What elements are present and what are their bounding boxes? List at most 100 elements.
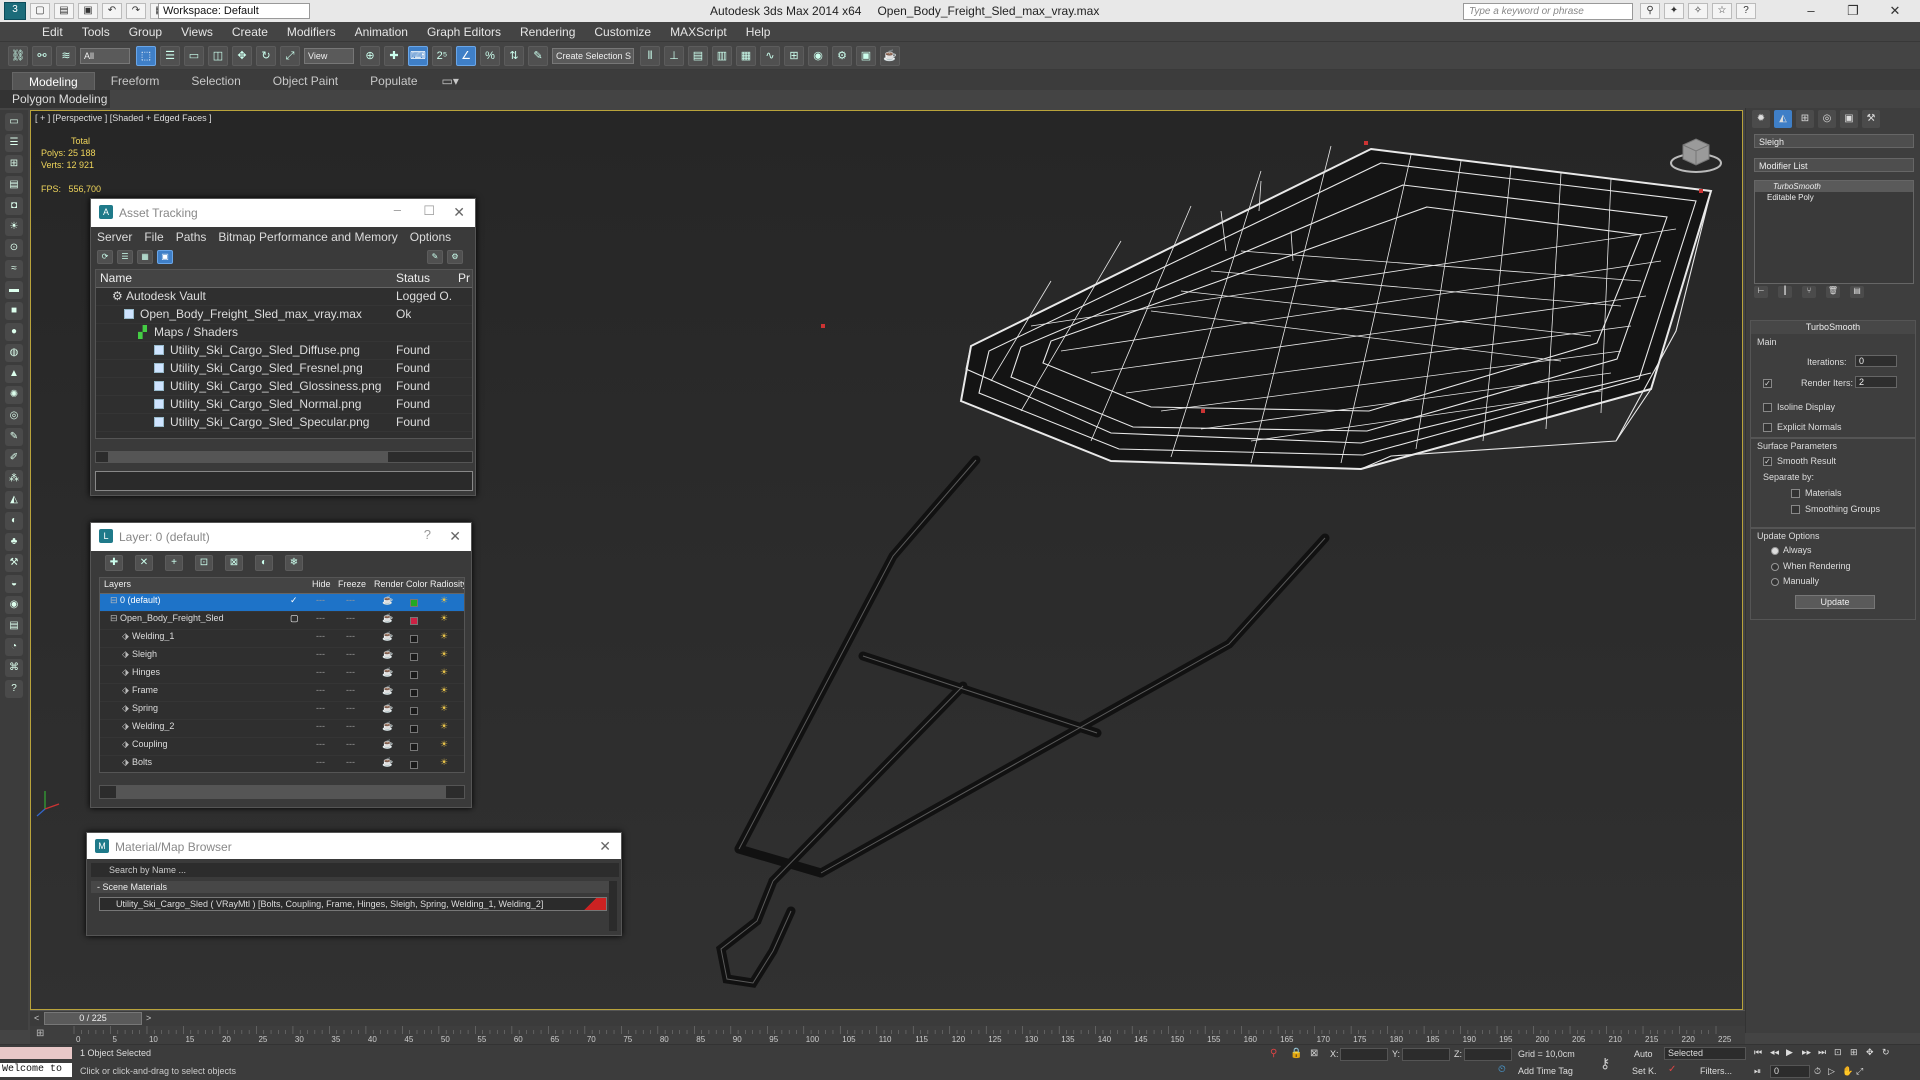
asset-menu-bitmap-performance[interactable]: Bitmap Performance and Memory [218, 230, 397, 244]
next-frame-icon[interactable]: > [146, 1013, 154, 1023]
layer-row[interactable]: ⬗ Coupling --- --- ☕ ☀ [100, 738, 464, 756]
grid-view-icon[interactable]: ▣ [157, 250, 173, 264]
modify-tab-icon[interactable]: ◭ [1774, 110, 1792, 128]
hammer-icon[interactable]: ⚒ [5, 554, 23, 572]
freeze-toggle-icon[interactable]: --- [346, 649, 355, 659]
render-teapot-icon[interactable]: ☕ [382, 649, 393, 660]
isoline-display-checkbox[interactable] [1763, 403, 1772, 412]
hide-toggle-icon[interactable]: --- [316, 667, 325, 677]
stack-turbosmooth[interactable]: TurboSmooth [1755, 181, 1913, 192]
layer-expand-icon[interactable]: ⬗ [122, 703, 129, 714]
asset-path-field[interactable] [95, 471, 473, 491]
orbit-icon[interactable]: ↻ [1882, 1047, 1898, 1058]
light-icon[interactable]: ☀ [5, 218, 23, 236]
z-coord-field[interactable] [1464, 1048, 1512, 1061]
ribbon-options-icon[interactable]: ▭▾ [434, 72, 467, 90]
render-iters-spinner[interactable]: 2 [1855, 376, 1897, 388]
layer-row[interactable]: ⬗ Welding_1 --- --- ☕ ☀ [100, 630, 464, 648]
time-slider[interactable]: < 0 / 225 > [30, 1010, 1745, 1026]
app-logo-icon[interactable]: 3 [4, 2, 26, 20]
maxscript-listener-pink[interactable] [0, 1047, 72, 1059]
layer-expand-icon[interactable]: ⬗ [122, 667, 129, 678]
layer-expand-icon[interactable]: ⬗ [122, 631, 129, 642]
save-file-icon[interactable]: ▣ [78, 3, 98, 19]
close-window-button[interactable]: ✕ [1880, 2, 1910, 20]
curve-editor-icon[interactable]: ∿ [760, 45, 780, 66]
col-freeze[interactable]: Freeze [338, 579, 366, 589]
add-time-tag[interactable]: Add Time Tag [1518, 1066, 1573, 1076]
select-manipulate-icon[interactable]: ✚ [384, 45, 404, 66]
zoom-extents-icon[interactable]: ⊡ [1834, 1047, 1850, 1058]
material-scrollbar[interactable] [609, 881, 617, 931]
menu-tools[interactable]: Tools [82, 25, 110, 39]
new-layer-icon[interactable]: ✚ [105, 555, 123, 571]
auto-key-button[interactable]: Auto [1634, 1049, 1653, 1059]
render-teapot-icon[interactable]: ☕ [382, 613, 393, 624]
radiosity-icon[interactable]: ☀ [440, 721, 448, 732]
hide-toggle-icon[interactable]: --- [316, 739, 325, 749]
layer-checkbox-icon[interactable]: ▢ [290, 613, 299, 624]
layer-color-swatch[interactable] [410, 689, 418, 697]
named-selection-dropdown[interactable]: Create Selection S [552, 47, 634, 64]
radiosity-icon[interactable]: ☀ [440, 703, 448, 714]
render-teapot-icon[interactable]: ☕ [382, 739, 393, 750]
table-row[interactable]: Utility_Ski_Cargo_Sled_Normal.png Found [96, 396, 472, 414]
time-slider-thumb[interactable]: 0 / 225 [44, 1012, 142, 1025]
table-row[interactable]: ⚙Autodesk Vault Logged O... [96, 288, 472, 306]
col-layers[interactable]: Layers [104, 579, 131, 589]
table-row[interactable]: ▞ Maps / Shaders [96, 324, 472, 342]
layer-expand-icon[interactable]: ⬗ [122, 739, 129, 750]
table-row[interactable]: Utility_Ski_Cargo_Sled_Fresnel.png Found [96, 360, 472, 378]
viewcube-icon[interactable] [1669, 133, 1723, 175]
col-radiosity[interactable]: Radiosity [430, 579, 464, 589]
tab-selection[interactable]: Selection [175, 72, 256, 90]
layer-color-swatch[interactable] [410, 599, 418, 607]
render-teapot-icon[interactable]: ☕ [382, 685, 393, 696]
scene-materials-group[interactable]: - Scene Materials [91, 881, 611, 893]
manually-radio[interactable] [1771, 578, 1779, 586]
plane-icon[interactable]: ▬ [5, 281, 23, 299]
zoom-region-icon[interactable]: ⊞ [1850, 1047, 1866, 1058]
render-iters-checkbox[interactable]: ✓ [1763, 379, 1772, 388]
freeze-all-icon[interactable]: ❄ [285, 555, 303, 571]
refresh-icon[interactable]: ⟳ [97, 250, 113, 264]
hierarchy-tab-icon[interactable]: ⊞ [1796, 110, 1814, 128]
rotate-icon[interactable]: ↻ [256, 45, 276, 66]
table-row[interactable]: Utility_Ski_Cargo_Sled_Specular.png Found [96, 414, 472, 432]
spinner-snap-icon[interactable]: ⇅ [504, 45, 524, 66]
favorites-star-icon[interactable]: ☆ [1712, 3, 1732, 19]
when-rendering-radio[interactable] [1771, 563, 1779, 571]
bucket-icon[interactable]: ◭ [5, 491, 23, 509]
menu-customize[interactable]: Customize [594, 25, 651, 39]
freeze-toggle-icon[interactable]: --- [346, 595, 355, 605]
menu-create[interactable]: Create [232, 25, 268, 39]
asset-menu-server[interactable]: Server [97, 230, 132, 244]
snaps-toggle-icon[interactable]: 2⁵ [432, 45, 452, 66]
close-icon[interactable]: ✕ [449, 528, 461, 545]
edit-named-selection-icon[interactable]: ✎ [528, 45, 548, 66]
viewport-layout-icon[interactable]: ▭ [5, 113, 23, 131]
time-tag-icon[interactable]: ⏲ [1498, 1064, 1506, 1075]
reference-coordinate-dropdown[interactable]: View [304, 47, 354, 64]
show-end-result-icon[interactable]: ┃ [1778, 286, 1792, 298]
radiosity-icon[interactable]: ☀ [440, 631, 448, 642]
freeze-toggle-icon[interactable]: --- [346, 613, 355, 623]
layer-color-swatch[interactable] [410, 653, 418, 661]
tree-icon[interactable]: ♣ [5, 533, 23, 551]
remove-modifier-icon[interactable]: 🗑 [1826, 286, 1840, 298]
col-proxy[interactable]: Pr [458, 271, 470, 285]
table-row[interactable]: Open_Body_Freight_Sled_max_vray.max Ok [96, 306, 472, 324]
menu-rendering[interactable]: Rendering [520, 25, 575, 39]
asset-horizontal-scrollbar[interactable] [95, 451, 473, 463]
layer-expand-icon[interactable]: ⬗ [122, 721, 129, 732]
spacewarp-icon[interactable]: ≈ [5, 260, 23, 278]
menu-animation[interactable]: Animation [355, 25, 408, 39]
table-row[interactable]: Utility_Ski_Cargo_Sled_Diffuse.png Found [96, 342, 472, 360]
viewport-label[interactable]: [ + ] [Perspective ] [Shaded + Edged Fac… [35, 113, 212, 123]
current-frame-field[interactable]: 0 [1770, 1065, 1810, 1078]
asset-menu-file[interactable]: File [144, 230, 163, 244]
schematic-view-icon[interactable]: ⊞ [784, 45, 804, 66]
iterations-spinner[interactable]: 0 [1855, 355, 1897, 367]
clay-icon[interactable]: ◒ [5, 575, 23, 593]
render-teapot-icon[interactable]: ☕ [382, 595, 393, 606]
